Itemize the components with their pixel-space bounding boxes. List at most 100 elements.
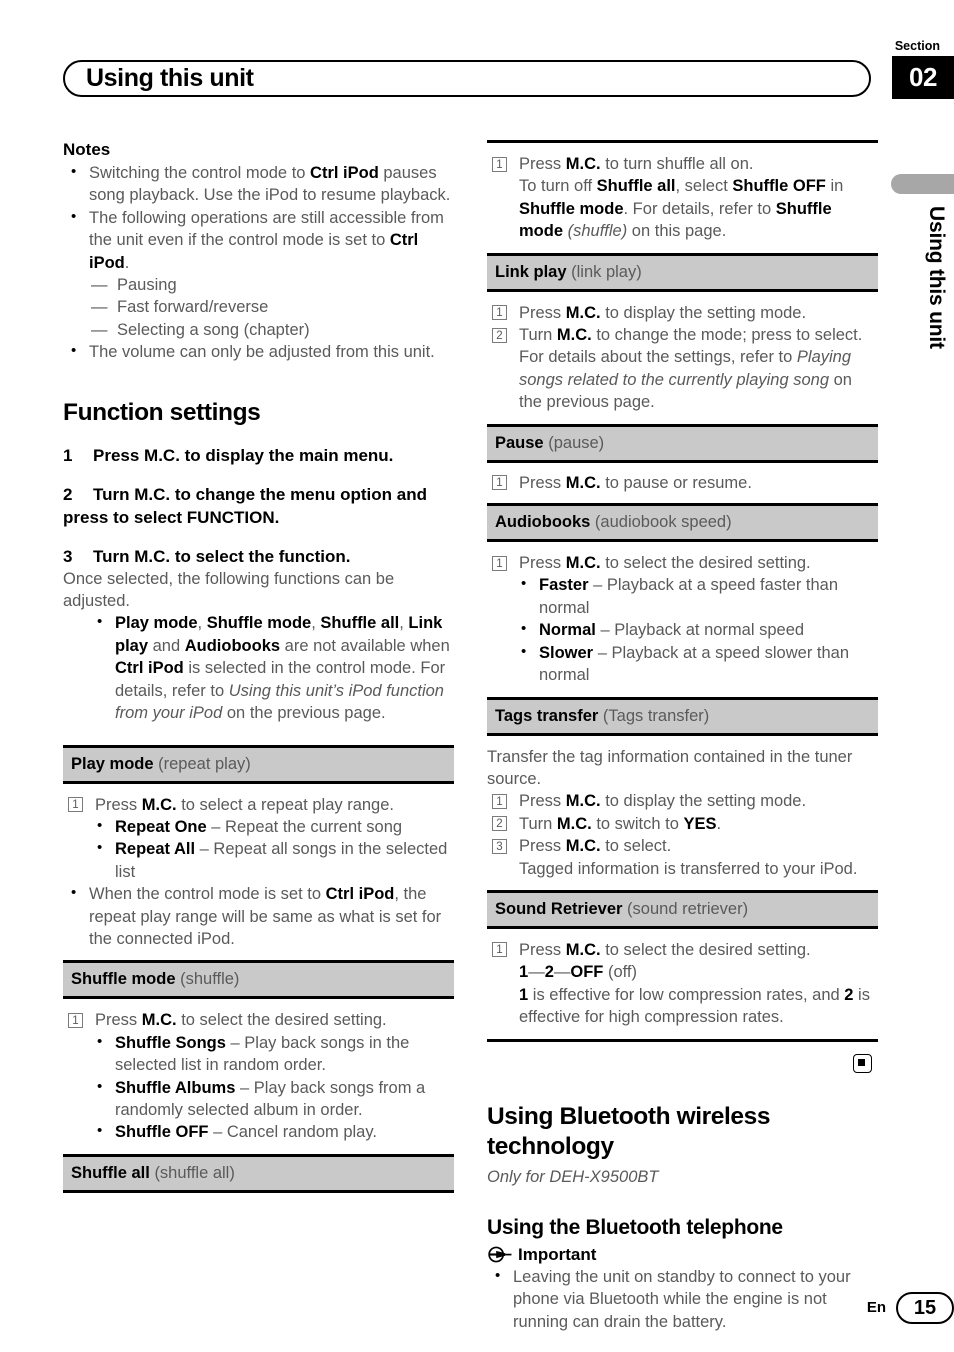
procedure-step: 1 Press M.C. to turn shuffle all on. To t…	[487, 153, 878, 243]
function-name: Shuffle all	[71, 1163, 150, 1182]
procedure-step: 1 Press M.C. to pause or resume.	[487, 472, 878, 494]
procedure-step: 1 Press M.C. to select a repeat play ran…	[63, 794, 454, 816]
procedure-text: Turn M.C. to switch to YES.	[519, 814, 722, 833]
procedure-list: 1 Press M.C. to pause or resume.	[487, 472, 878, 494]
step-text: Press M.C. to display the main menu.	[93, 445, 394, 465]
procedure-text: Press M.C. to select. Tagged information …	[519, 837, 858, 878]
step-2: 2 Turn M.C. to change the menu option and…	[63, 483, 454, 529]
shuffle-all-body: 1 Press M.C. to turn shuffle all on. To t…	[487, 143, 878, 253]
function-body: 1 Press M.C. to display the setting mode…	[487, 292, 878, 424]
step-number-box: 1	[492, 475, 507, 491]
procedure-step: 2 Turn M.C. to change the mode; press to…	[487, 324, 878, 414]
function-body: 1 Press M.C. to select the desired setti…	[63, 999, 454, 1153]
notes-sub-list: Pausing Fast forward/reverse Selecting a…	[63, 274, 454, 342]
option-list: Shuffle Songs – Play back songs in the s…	[63, 1031, 454, 1144]
step-number-box: 1	[68, 1012, 83, 1028]
function-note-list: When the control mode is set to Ctrl iPo…	[63, 882, 454, 950]
procedure-step: 1 Press M.C. to select the desired setti…	[487, 939, 878, 1029]
step-number-box: 2	[492, 816, 507, 832]
procedure-step: 2 Turn M.C. to switch to YES.	[487, 813, 878, 835]
option-item: Repeat One – Repeat the current song	[89, 815, 454, 838]
procedure-text: Press M.C. to select the desired setting…	[95, 1011, 387, 1030]
function-body: Transfer the tag information contained i…	[487, 736, 878, 890]
function-display-name: (pause)	[548, 433, 605, 452]
side-tab-marker	[891, 174, 954, 194]
option-item: Faster – Playback at a speed faster than…	[513, 573, 878, 619]
section-label: Section	[894, 39, 940, 53]
function-header: Shuffle all (shuffle all)	[63, 1156, 454, 1190]
function-availability-item: Play mode, Shuffle mode, Shuffle all, Li…	[89, 611, 454, 724]
filled-square-icon	[853, 1053, 872, 1073]
bluetooth-subnote: Only for DEH-X9500BT	[487, 1167, 659, 1186]
procedure-text: Press M.C. to select a repeat play range…	[95, 795, 394, 814]
step-number-box: 2	[492, 327, 507, 343]
page-number: 15	[896, 1292, 954, 1324]
function-name: Pause	[495, 433, 544, 452]
rule-under-header	[63, 1189, 454, 1193]
function-body: 1 Press M.C. to select the desired setti…	[487, 929, 878, 1039]
right-column: 1 Press M.C. to turn shuffle all on. To t…	[487, 140, 878, 1333]
option-item: Slower – Playback at a speed slower than…	[513, 641, 878, 687]
manual-page: Using this unit Section 02 Using this un…	[0, 0, 954, 1352]
important-label: Important	[518, 1244, 597, 1264]
note-sub-item: Fast forward/reverse	[91, 296, 454, 319]
procedure-list: 1 Press M.C. to display the setting mode…	[487, 790, 878, 880]
function-display-name: (link play)	[571, 262, 642, 281]
step-text: Turn M.C. to change the menu option and …	[63, 484, 427, 527]
step-number-box: 3	[492, 838, 507, 854]
function-block-link-play: Link play (link play) 1 Press M.C. to di…	[487, 252, 878, 424]
procedure-list: 1 Press M.C. to turn shuffle all on. To t…	[487, 153, 878, 243]
option-item: Normal – Playback at normal speed	[513, 618, 878, 641]
function-block-sound-retriever: Sound Retriever (sound retriever) 1 Pres…	[487, 889, 878, 1042]
procedure-text: Press M.C. to select the desired setting…	[519, 940, 870, 1027]
function-name: Link play	[495, 262, 567, 281]
procedure-step: 1 Press M.C. to select the desired setti…	[487, 552, 878, 574]
option-item: Shuffle Songs – Play back songs in the s…	[89, 1031, 454, 1077]
function-header: Tags transfer (Tags transfer)	[487, 699, 878, 733]
note-item: Switching the control mode to Ctrl iPod …	[63, 161, 454, 207]
note-sub-item: Selecting a song (chapter)	[91, 319, 454, 342]
step-number: 2	[63, 484, 73, 504]
option-item: Repeat All – Repeat all songs in the sel…	[89, 837, 454, 883]
procedure-list: 1 Press M.C. to display the setting mode…	[487, 302, 878, 414]
function-header: Play mode (repeat play)	[63, 747, 454, 781]
important-list: Leaving the unit on standby to connect t…	[487, 1265, 878, 1333]
option-list: Repeat One – Repeat the current song Rep…	[63, 815, 454, 883]
side-tab-label: Using this unit	[925, 206, 948, 349]
function-display-name: (shuffle)	[180, 970, 240, 989]
option-item: Shuffle OFF – Cancel random play.	[89, 1120, 454, 1143]
function-body: 1 Press M.C. to select the desired setti…	[487, 542, 878, 696]
procedure-list: 1 Press M.C. to select the desired setti…	[487, 939, 878, 1029]
megaphone-icon	[487, 1245, 513, 1264]
important-row: Important	[487, 1245, 878, 1265]
function-name: Sound Retriever	[495, 899, 623, 918]
step-number-box: 1	[492, 942, 507, 958]
function-header: Sound Retriever (sound retriever)	[487, 892, 878, 926]
procedure-text: Turn M.C. to change the mode; press to s…	[519, 326, 863, 412]
function-body: 1 Press M.C. to pause or resume.	[487, 463, 878, 503]
function-block-audiobooks: Audiobooks (audiobook speed) 1 Press M.C…	[487, 503, 878, 696]
procedure-list: 1 Press M.C. to select the desired setti…	[63, 1009, 454, 1031]
function-body: 1 Press M.C. to select a repeat play ran…	[63, 784, 454, 961]
bluetooth-heading: Using Bluetooth wireless technology	[487, 1102, 771, 1160]
notes-list: Switching the control mode to Ctrl iPod …	[63, 161, 454, 274]
function-block-shuffle-mode: Shuffle mode (shuffle) 1 Press M.C. to s…	[63, 960, 454, 1153]
function-display-name: (audiobook speed)	[594, 513, 732, 532]
function-block-tags-transfer: Tags transfer (Tags transfer) Transfer t…	[487, 696, 878, 890]
function-name: Audiobooks	[495, 513, 591, 532]
function-display-name: (Tags transfer)	[602, 706, 710, 725]
note-item: The volume can only be adjusted from thi…	[63, 340, 454, 363]
procedure-text: Press M.C. to turn shuffle all on. To tur…	[519, 155, 844, 241]
note-sub-item: Pausing	[91, 274, 454, 297]
function-note-item: When the control mode is set to Ctrl iPo…	[63, 882, 454, 950]
step-number-box: 1	[492, 555, 507, 571]
function-header: Link play (link play)	[487, 255, 878, 289]
procedure-step: 1 Press M.C. to display the setting mode…	[487, 302, 878, 324]
step-text: Turn M.C. to select the function.	[93, 546, 351, 566]
notes-heading: Notes	[63, 140, 111, 159]
end-of-section-mark	[487, 1053, 878, 1076]
option-list: Faster – Playback at a speed faster than…	[487, 573, 878, 687]
note-item: The following operations are still acces…	[63, 206, 454, 274]
page-title: Using this unit	[86, 64, 254, 92]
step-number-box: 1	[492, 793, 507, 809]
